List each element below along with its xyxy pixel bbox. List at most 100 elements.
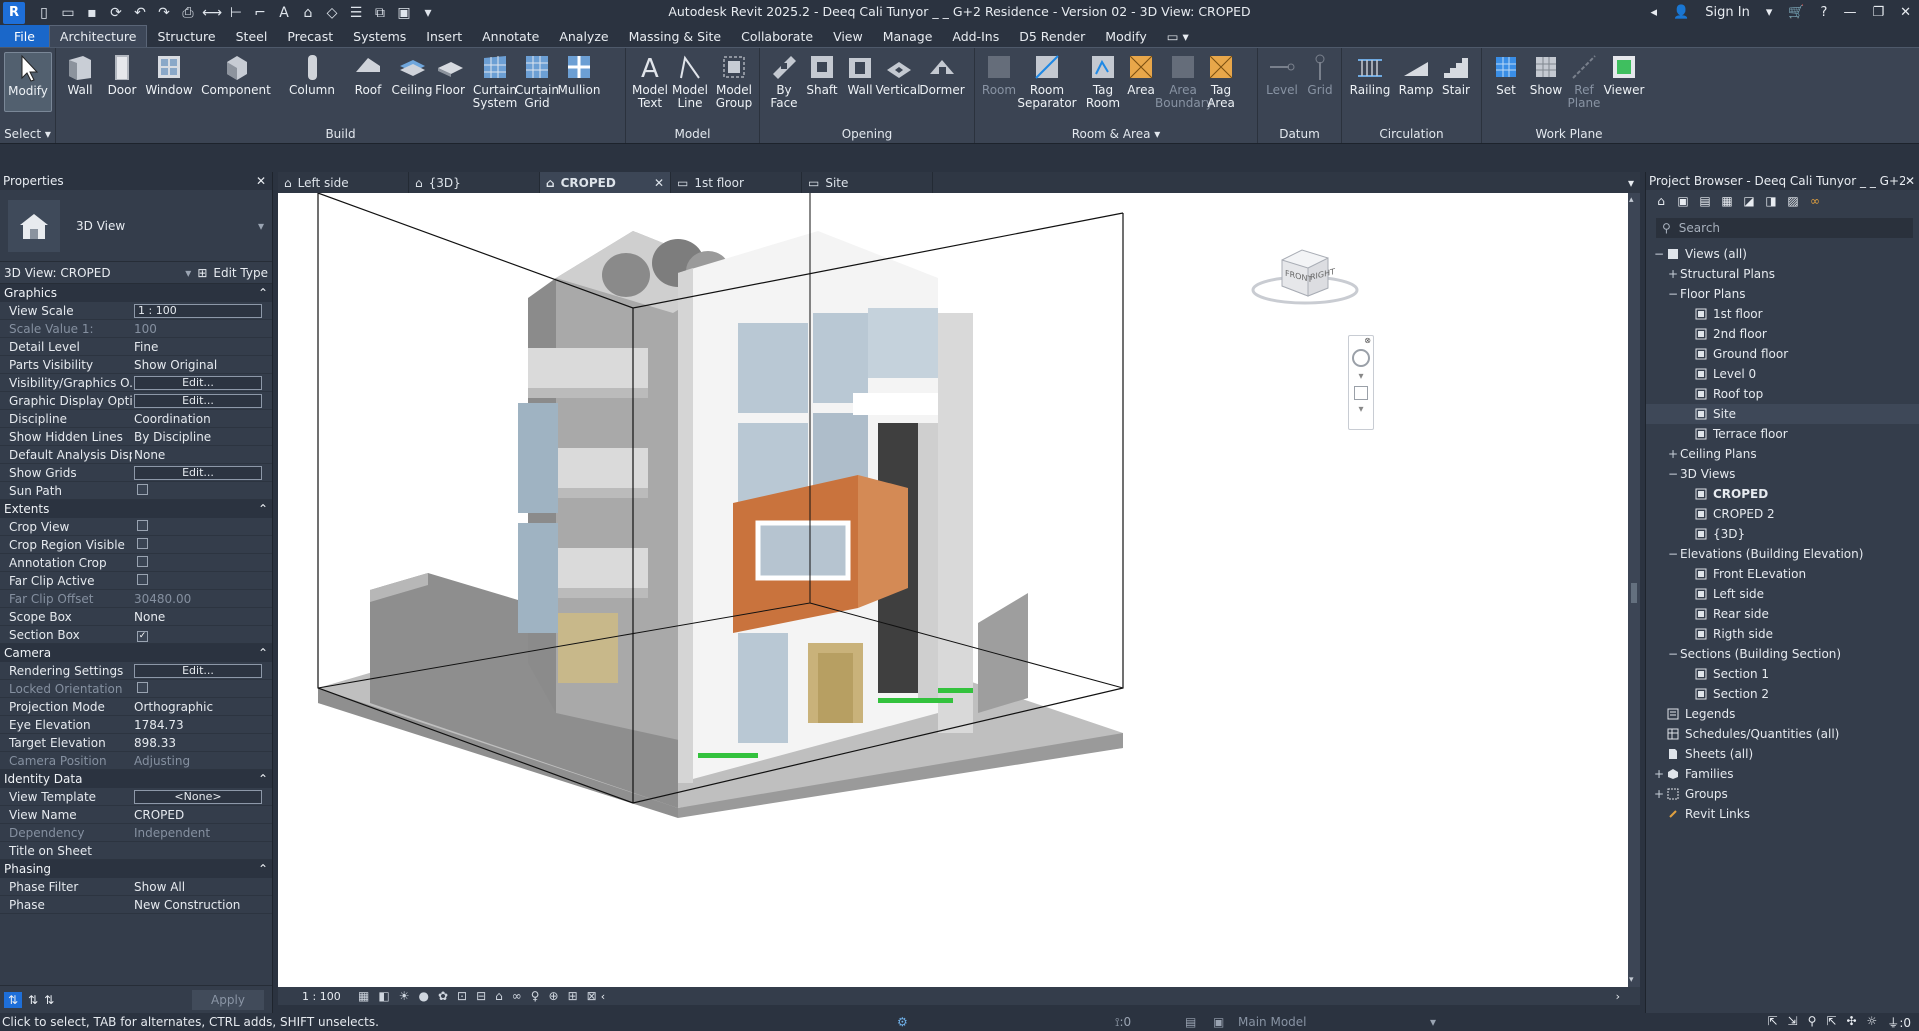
- property-row[interactable]: Annotation Crop: [0, 554, 272, 572]
- collapse-icon[interactable]: −: [1666, 467, 1680, 481]
- tree-item[interactable]: Site: [1646, 404, 1919, 424]
- edit-type-button[interactable]: Edit Type: [213, 266, 268, 280]
- sign-in-link[interactable]: Sign In: [1697, 5, 1758, 20]
- close-tab-icon[interactable]: ✕: [654, 176, 664, 190]
- tab-modify[interactable]: Modify: [1095, 25, 1156, 47]
- property-value[interactable]: 30480.00: [132, 592, 272, 606]
- close-icon[interactable]: ✕: [256, 174, 272, 188]
- property-edit-button[interactable]: Edit...: [134, 466, 262, 480]
- property-value[interactable]: 1 : 100: [132, 303, 272, 318]
- property-value[interactable]: New Construction: [132, 898, 272, 912]
- property-row[interactable]: View Scale 1 : 100: [0, 302, 272, 320]
- category-camera[interactable]: Camera ⌃: [0, 644, 272, 662]
- property-row[interactable]: Camera Position Adjusting: [0, 752, 272, 770]
- cart-icon[interactable]: 🛒: [1780, 5, 1812, 20]
- property-row[interactable]: Crop View: [0, 518, 272, 536]
- save-icon[interactable]: ▪: [81, 3, 103, 23]
- property-row[interactable]: Scope Box None: [0, 608, 272, 626]
- chevron-down-icon[interactable]: ▾: [1349, 371, 1373, 382]
- property-value[interactable]: ✓: [132, 627, 272, 642]
- expand-icon[interactable]: +: [1666, 267, 1680, 281]
- property-value[interactable]: Edit...: [132, 375, 272, 390]
- chevron-down-icon[interactable]: ▾: [1349, 404, 1373, 415]
- property-row[interactable]: Far Clip Offset 30480.00: [0, 590, 272, 608]
- analytical-model-icon[interactable]: ⊕: [549, 989, 559, 1003]
- property-row[interactable]: Sun Path: [0, 482, 272, 500]
- tabs-menu-icon[interactable]: ▾: [1628, 172, 1640, 193]
- property-checkbox[interactable]: [137, 573, 148, 585]
- tree-item[interactable]: 1st floor: [1646, 304, 1919, 324]
- revit-logo[interactable]: R: [3, 1, 25, 24]
- tree-item[interactable]: Front ELevation: [1646, 564, 1919, 584]
- property-row[interactable]: Crop Region Visible: [0, 536, 272, 554]
- room-button[interactable]: Room: [975, 52, 1023, 97]
- view-canvas[interactable]: FRONT RIGHT ⊗ ▾ ▾: [278, 193, 1628, 987]
- tree-item[interactable]: Left side: [1646, 584, 1919, 604]
- tab-croped[interactable]: ⌂ CROPED ✕: [540, 172, 671, 193]
- collapse-icon[interactable]: ⌃: [258, 772, 268, 786]
- measure-icon[interactable]: ⟷: [201, 3, 223, 23]
- legend-icon[interactable]: ◪: [1740, 193, 1758, 209]
- property-row[interactable]: View Template <None>: [0, 788, 272, 806]
- floor-button[interactable]: Floor: [426, 52, 474, 97]
- undo-icon[interactable]: ↶: [129, 3, 151, 23]
- steering-wheel-icon[interactable]: [1352, 349, 1370, 367]
- zoom-icon[interactable]: [1354, 386, 1368, 400]
- expand-icon[interactable]: +: [1652, 787, 1666, 801]
- section-icon[interactable]: ◇: [321, 3, 343, 23]
- tree-item[interactable]: + Structural Plans: [1646, 264, 1919, 284]
- help-icon[interactable]: ?: [1813, 5, 1836, 20]
- stair-button[interactable]: Stair: [1432, 52, 1480, 97]
- property-row[interactable]: Detail Level Fine: [0, 338, 272, 356]
- active-design-option[interactable]: Main Model: [1238, 1015, 1307, 1029]
- door-button[interactable]: Door: [98, 52, 146, 97]
- home-icon[interactable]: ⌂: [1652, 193, 1670, 209]
- property-value[interactable]: Coordination: [132, 412, 272, 426]
- tab-precast[interactable]: Precast: [277, 25, 343, 47]
- tree-item[interactable]: Schedules/Quantities (all): [1646, 724, 1919, 744]
- tab-1st-floor[interactable]: ▭ 1st floor: [671, 172, 802, 193]
- tree-item[interactable]: + Families: [1646, 764, 1919, 784]
- column-button[interactable]: Column: [282, 52, 342, 97]
- property-edit-button[interactable]: <None>: [134, 790, 262, 804]
- mullion-button[interactable]: Mullion: [554, 52, 604, 97]
- modify-button[interactable]: Modify: [4, 52, 52, 112]
- chevron-down-icon[interactable]: ▾: [1430, 1015, 1436, 1029]
- property-checkbox[interactable]: [137, 483, 148, 495]
- reveal-hidden-icon[interactable]: ♀: [531, 989, 540, 1003]
- collapse-icon[interactable]: −: [1666, 647, 1680, 661]
- tree-item[interactable]: + Groups: [1646, 784, 1919, 804]
- room-area-group-label[interactable]: Room & Area ▾: [975, 127, 1257, 141]
- lock-3d-view-icon[interactable]: ⌂: [495, 989, 503, 1003]
- vertical-button[interactable]: Vertical: [874, 52, 922, 97]
- tree-item[interactable]: Ground floor: [1646, 344, 1919, 364]
- tag-area-button[interactable]: Tag Area: [1197, 52, 1245, 110]
- detail-level-icon[interactable]: ▦: [358, 989, 369, 1003]
- restore-button[interactable]: ❐: [1864, 5, 1892, 20]
- property-row[interactable]: View Name CROPED: [0, 806, 272, 824]
- close-hidden-icon[interactable]: ⧉: [369, 3, 391, 23]
- property-row[interactable]: Parts Visibility Show Original: [0, 356, 272, 374]
- property-value[interactable]: [132, 555, 272, 570]
- property-value[interactable]: [132, 483, 272, 498]
- tab-3d[interactable]: ⌂ {3D}: [409, 172, 540, 193]
- visual-style-icon[interactable]: ◧: [378, 989, 389, 1003]
- tree-item[interactable]: −3D Views: [1646, 464, 1919, 484]
- expand-icon[interactable]: +: [1666, 447, 1680, 461]
- category-graphics[interactable]: Graphics ⌃: [0, 284, 272, 302]
- sheet-icon[interactable]: ▤: [1696, 193, 1714, 209]
- tree-item[interactable]: − Floor Plans: [1646, 284, 1919, 304]
- tree-item[interactable]: − Elevations (Building Elevation): [1646, 544, 1919, 564]
- property-value[interactable]: Independent: [132, 826, 272, 840]
- property-row[interactable]: Rendering Settings Edit...: [0, 662, 272, 680]
- property-row[interactable]: Projection Mode Orthographic: [0, 698, 272, 716]
- property-row[interactable]: Section Box ✓: [0, 626, 272, 644]
- tree-item[interactable]: CROPED 2: [1646, 504, 1919, 524]
- tab-insert[interactable]: Insert: [416, 25, 472, 47]
- property-value[interactable]: [132, 681, 272, 696]
- property-row[interactable]: Locked Orientation: [0, 680, 272, 698]
- viewer-button[interactable]: Viewer: [1600, 52, 1648, 97]
- link-icon[interactable]: ∞: [1806, 193, 1824, 209]
- tag-icon[interactable]: ⌐: [249, 3, 271, 23]
- tree-item[interactable]: Legends: [1646, 704, 1919, 724]
